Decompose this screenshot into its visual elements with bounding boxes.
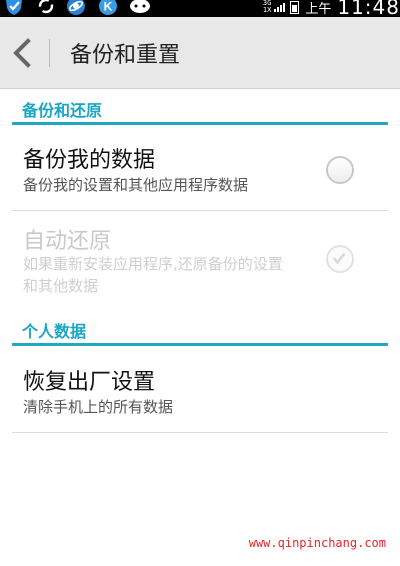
watermark: www.qinpinchang.com	[248, 536, 386, 550]
chat-icon	[130, 0, 150, 13]
clock-ampm: 上午	[305, 1, 332, 17]
list-divider	[12, 432, 388, 433]
status-bar: K 3G 1X 上午 11:48	[0, 0, 400, 17]
pref-title: 恢复出厂设置	[23, 370, 156, 395]
shield-check-icon	[6, 0, 22, 15]
sync-icon	[38, 0, 54, 14]
pref-summary: 如果重新安装应用程序,还原备份的设置和其他数据	[23, 255, 283, 295]
k-app-icon: K	[99, 0, 117, 15]
pref-auto-restore: 自动还原 如果重新安装应用程序,还原备份的设置和其他数据	[12, 211, 388, 311]
pref-backup-data[interactable]: 备份我的数据 备份我的设置和其他应用程序数据	[12, 126, 388, 210]
action-bar: 备份和重置	[0, 17, 400, 89]
auto-restore-checkbox	[326, 245, 354, 273]
status-right: 3G 1X 上午 11:48	[263, 0, 400, 17]
battery-icon	[290, 0, 300, 14]
pref-summary: 清除手机上的所有数据	[23, 398, 174, 416]
pref-summary: 备份我的设置和其他应用程序数据	[23, 176, 249, 194]
pref-factory-reset[interactable]: 恢复出厂设置 清除手机上的所有数据	[12, 348, 388, 432]
network-indicator: 3G 1X	[262, 0, 272, 14]
clock-time: 11:48	[337, 0, 400, 17]
action-bar-divider	[49, 39, 50, 67]
check-icon	[332, 253, 346, 265]
section-header-personal: 个人数据	[12, 312, 388, 346]
signal-icon	[273, 2, 286, 12]
page-title: 备份和重置	[70, 43, 181, 68]
browser-icon	[67, 0, 85, 15]
svg-text:K: K	[104, 0, 113, 14]
backup-data-checkbox[interactable]	[326, 156, 354, 184]
section-header-label: 备份和还原	[22, 101, 103, 120]
section-header-label: 个人数据	[22, 322, 87, 341]
pref-title: 备份我的数据	[23, 148, 156, 173]
chevron-left-icon[interactable]	[10, 37, 36, 69]
pref-title: 自动还原	[23, 229, 112, 254]
section-header-backup: 备份和还原	[12, 91, 388, 125]
